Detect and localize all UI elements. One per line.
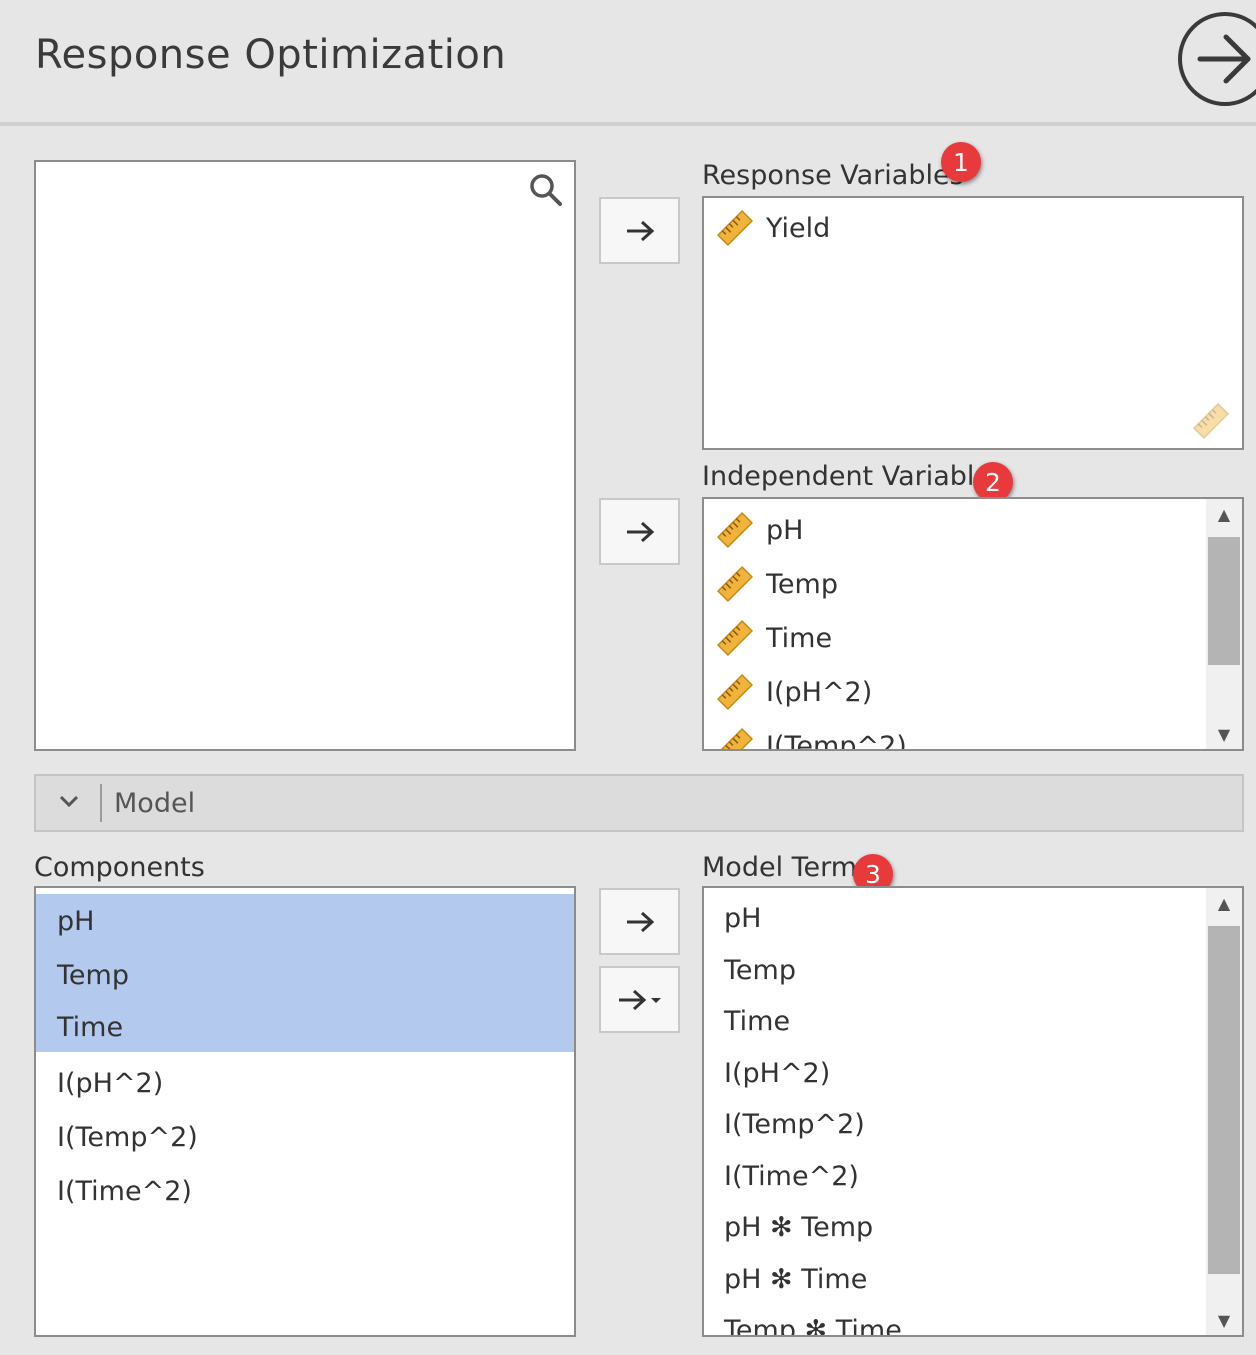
step-badge-1: 1 [941, 142, 981, 182]
model-terms-list[interactable]: pH Temp Time I(pH^2) I(Temp^2) I(Time^2)… [702, 886, 1244, 1337]
variable-name: pH [766, 514, 804, 546]
page-title: Response Optimization [35, 32, 507, 78]
model-section-header[interactable]: Model [34, 774, 1244, 832]
scroll-thumb[interactable] [1208, 926, 1240, 1274]
arrow-right-icon [1197, 34, 1251, 84]
list-item[interactable]: pH ✻ Time [724, 1253, 867, 1305]
run-button[interactable] [1178, 12, 1256, 106]
ruler-icon [716, 209, 754, 247]
list-item[interactable]: Temp [724, 944, 796, 996]
arrow-right-icon [626, 521, 654, 542]
list-item[interactable]: I(Time^2) [36, 1164, 574, 1218]
list-item[interactable]: Time [716, 613, 832, 663]
ruler-icon [716, 565, 754, 603]
independent-variables-list[interactable]: pH Temp Time I(pH^2) I(Temp^2) ▲ ▼ [702, 497, 1244, 751]
move-to-response-button[interactable] [599, 197, 680, 264]
variable-name: Temp [766, 568, 838, 600]
scroll-up-icon[interactable]: ▲ [1206, 888, 1242, 918]
arrow-right-dropdown-icon [618, 989, 661, 1010]
variable-name: I(pH^2) [766, 676, 873, 708]
scroll-thumb[interactable] [1208, 537, 1240, 665]
response-variables-label: Response Variables [702, 160, 964, 191]
list-item[interactable]: Time [724, 995, 790, 1047]
search-icon[interactable] [528, 172, 564, 208]
arrow-right-icon [626, 911, 654, 932]
chevron-down-icon [59, 795, 79, 808]
components-label: Components [34, 852, 205, 883]
scroll-down-icon[interactable]: ▼ [1206, 1305, 1242, 1335]
move-to-independent-button[interactable] [599, 498, 680, 565]
list-item[interactable]: Time [36, 1002, 574, 1052]
header-divider [0, 122, 1256, 126]
add-interaction-dropdown-button[interactable] [599, 966, 680, 1033]
list-item[interactable]: I(Temp^2) [716, 721, 907, 749]
ruler-icon [716, 673, 754, 711]
list-item[interactable]: I(pH^2) [724, 1047, 830, 1099]
model-terms-label: Model Term [702, 852, 858, 883]
variable-name: Time [766, 622, 833, 654]
divider [100, 784, 102, 822]
list-item[interactable]: Temp ✻ Time [724, 1304, 902, 1336]
list-item[interactable]: I(Time^2) [724, 1150, 859, 1202]
list-item[interactable]: I(pH^2) [36, 1056, 574, 1110]
list-item[interactable]: pH [36, 894, 574, 948]
scrollbar[interactable]: ▲ ▼ [1206, 499, 1242, 749]
list-item[interactable]: I(pH^2) [716, 667, 872, 717]
list-item[interactable]: Temp [716, 559, 838, 609]
list-item[interactable]: I(Temp^2) [36, 1110, 574, 1164]
scrollbar[interactable]: ▲ ▼ [1206, 888, 1242, 1335]
arrow-right-icon [626, 220, 654, 241]
independent-variables-label: Independent Variable [702, 461, 992, 492]
list-item[interactable]: pH [716, 505, 803, 555]
list-item[interactable]: I(Temp^2) [724, 1098, 865, 1150]
list-item[interactable]: Yield [716, 203, 830, 253]
step-badge-2: 2 [973, 462, 1013, 502]
ruler-icon [1192, 402, 1230, 440]
ruler-icon [716, 511, 754, 549]
list-item[interactable]: pH [724, 892, 761, 944]
scroll-up-icon[interactable]: ▲ [1206, 499, 1242, 529]
ruler-icon [716, 727, 754, 749]
section-title: Model [114, 788, 196, 819]
ruler-icon [716, 619, 754, 657]
list-item[interactable]: Temp [36, 948, 574, 1002]
variable-name: Yield [766, 212, 831, 244]
response-variables-list[interactable]: Yield [702, 196, 1244, 450]
source-variables-list[interactable] [34, 160, 576, 751]
list-item[interactable]: pH ✻ Temp [724, 1201, 873, 1253]
add-term-button[interactable] [599, 888, 680, 955]
variable-name: I(Temp^2) [766, 730, 907, 750]
components-list[interactable]: pH Temp Time I(pH^2) I(Temp^2) I(Time^2) [34, 886, 576, 1337]
scroll-down-icon[interactable]: ▼ [1206, 719, 1242, 749]
